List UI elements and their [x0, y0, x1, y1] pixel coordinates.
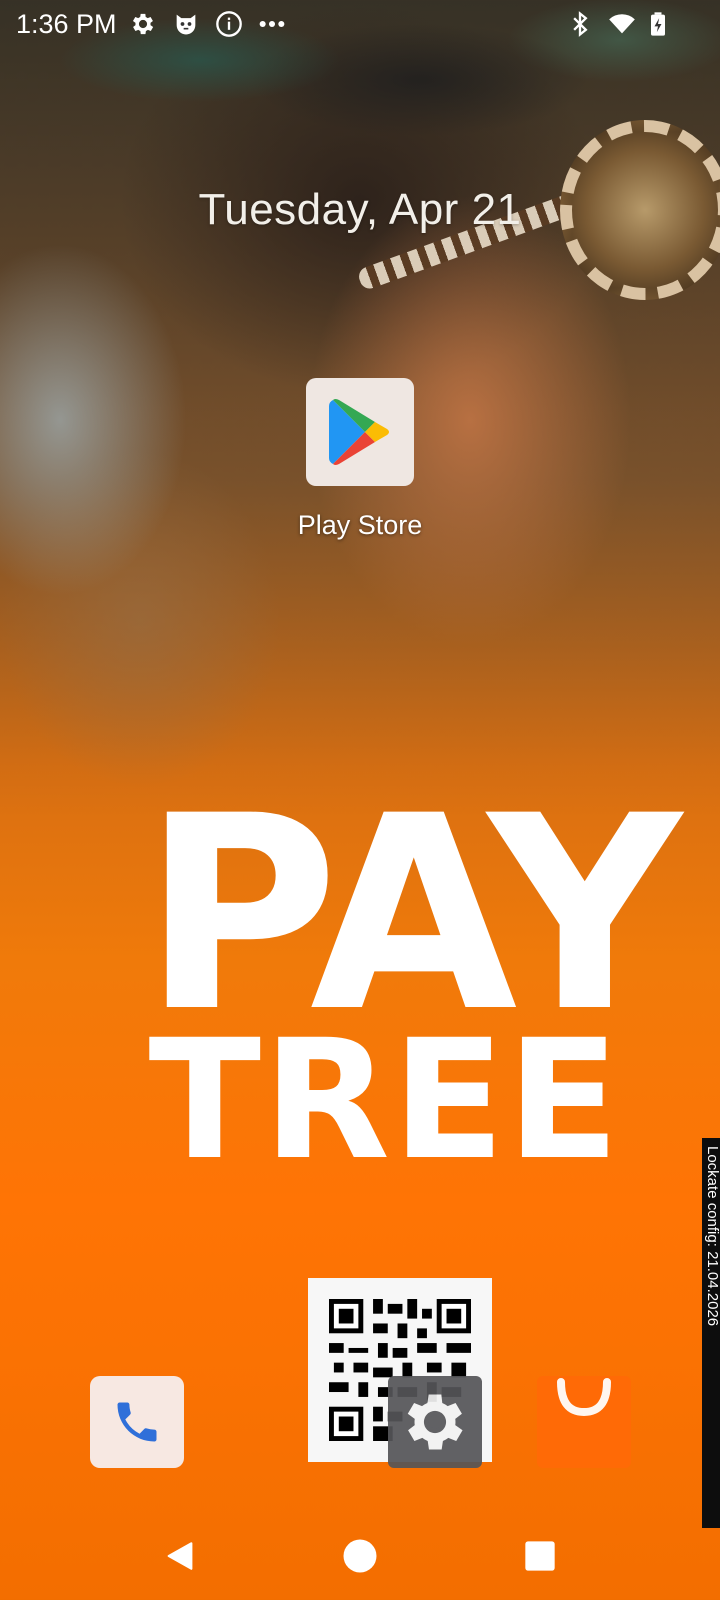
phone-icon	[117, 1402, 157, 1442]
nav-back-button[interactable]	[160, 1536, 200, 1576]
date-widget[interactable]: Tuesday, Apr 21	[0, 185, 720, 235]
bluetooth-icon	[573, 11, 588, 37]
home-icon	[343, 1539, 377, 1573]
recents-icon	[525, 1541, 555, 1571]
cat-face-icon	[176, 14, 196, 35]
side-banner: Lockate config: 21.04.2026	[702, 1138, 720, 1528]
gear-icon	[132, 13, 154, 35]
side-banner-text: Lockate config: 21.04.2026	[704, 1146, 720, 1327]
wallpaper-brand-line2: TREE	[148, 1004, 622, 1196]
nav-home-button[interactable]	[340, 1536, 380, 1576]
settings-gear-icon	[407, 1394, 463, 1450]
wifi-icon	[609, 14, 635, 34]
more-dots-icon	[259, 20, 285, 28]
back-icon	[167, 1542, 193, 1570]
wallpaper-brand-line1: PAY	[142, 759, 682, 1071]
dock-phone-app[interactable]	[90, 1376, 184, 1468]
status-bar: 1:36 PM	[0, 0, 720, 48]
shopping-bag-icon	[557, 1378, 611, 1417]
play-store-label: Play Store	[297, 510, 423, 540]
battery-charging-icon	[651, 12, 665, 36]
play-store-icon	[329, 399, 389, 465]
info-icon	[216, 11, 242, 37]
play-store-app[interactable]	[306, 378, 414, 486]
nav-recents-button[interactable]	[520, 1536, 560, 1576]
status-time: 1:36 PM	[16, 9, 117, 39]
dock-settings-app[interactable]	[388, 1376, 482, 1468]
dock-shop-app[interactable]	[537, 1376, 631, 1468]
navigation-bar	[0, 1512, 720, 1600]
